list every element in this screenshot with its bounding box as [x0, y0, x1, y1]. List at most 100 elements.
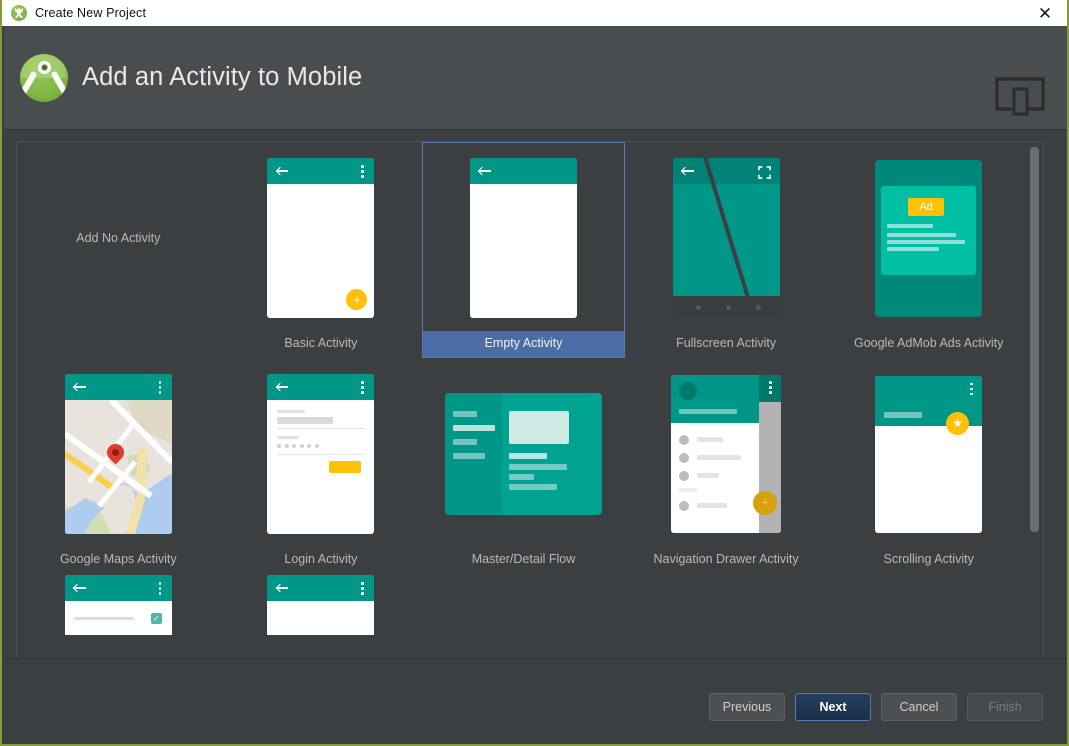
cancel-button[interactable]: Cancel [881, 693, 957, 721]
app-bar [64, 374, 172, 400]
window-title-bar: Create New Project ✕ [2, 0, 1067, 26]
floating-action-button-icon: + [753, 491, 778, 515]
template-cell-admob-ads-activity[interactable]: Ad Google AdMob Ads Activity [827, 142, 1030, 358]
template-label-master-detail-flow: Master/Detail Flow [471, 552, 576, 566]
android-studio-icon [11, 5, 27, 21]
template-label-scrolling-activity: Scrolling Activity [883, 552, 974, 566]
drawer-account-name [679, 409, 738, 414]
avatar [679, 382, 698, 400]
app-bar [267, 374, 375, 400]
app-bar [469, 158, 577, 184]
drawer-item-icon [679, 501, 690, 511]
overflow-menu-icon [361, 381, 364, 394]
thumbnail-empty-activity [423, 143, 624, 331]
template-cell-tabbed-activity[interactable] [220, 574, 423, 635]
thumbnail-settings-activity-partial: ✓ [18, 575, 219, 635]
thumbnail-navigation-drawer: + [626, 359, 827, 547]
password-field-dots [277, 444, 319, 448]
template-cell-scrolling-activity[interactable]: ★ Scrolling Activity [827, 358, 1030, 574]
checkbox-icon: ✓ [150, 613, 162, 624]
thumbnail-fullscreen-activity [626, 143, 827, 331]
phone-mock: + [267, 158, 375, 318]
drawer-item-icon [679, 435, 690, 445]
overflow-menu-icon [361, 165, 364, 178]
template-caption-placeholder [18, 331, 219, 357]
template-cell-empty-activity[interactable]: Empty Activity [422, 142, 625, 358]
star-floating-action-button-icon: ★ [946, 411, 970, 435]
email-field-value [277, 417, 334, 424]
vertical-scrollbar[interactable] [1028, 143, 1041, 658]
template-cell-settings-activity[interactable]: ✓ [17, 574, 220, 635]
thumbnail-scrolling-activity: ★ [828, 359, 1029, 547]
back-arrow-icon [478, 166, 491, 176]
overflow-menu-icon [970, 382, 973, 396]
template-label-fullscreen-activity: Fullscreen Activity [676, 336, 777, 350]
template-cell-add-no-activity[interactable]: Add No Activity [17, 142, 220, 358]
overflow-menu-icon [769, 381, 772, 394]
password-field-underline [277, 454, 366, 455]
template-cell-google-maps-activity[interactable]: Google Maps Activity [17, 358, 220, 574]
phone-mock: ✓ [64, 575, 172, 635]
tablet-mock [444, 393, 602, 515]
thumbnail-admob-activity: Ad [828, 143, 1029, 331]
floating-action-button-icon: + [346, 289, 368, 310]
template-label-admob-ads-activity: Google AdMob Ads Activity [853, 336, 1004, 350]
template-cell-basic-activity[interactable]: + Basic Activity [220, 142, 423, 358]
drawer-item-label [697, 473, 720, 478]
toolbar-title [884, 411, 923, 418]
window-title: Create New Project [35, 6, 147, 20]
drawer-item-icon [679, 471, 690, 481]
back-arrow-icon [276, 583, 289, 593]
phone-mock [267, 575, 375, 635]
ad-badge: Ad [908, 197, 945, 216]
mobile-and-tablet-icon [995, 77, 1045, 116]
thumbnail-none: Add No Activity [18, 143, 219, 331]
close-icon[interactable]: ✕ [1025, 0, 1065, 26]
back-arrow-icon [276, 382, 289, 392]
phone-mock [267, 374, 375, 534]
map-graphic [64, 400, 172, 534]
vertical-scrollbar-thumb[interactable] [1030, 147, 1039, 532]
template-label-navigation-drawer-activity: Navigation Drawer Activity [653, 552, 799, 566]
next-button[interactable]: Next [795, 693, 871, 721]
drawer-item-label [697, 455, 742, 460]
template-label-google-maps-activity: Google Maps Activity [59, 552, 177, 566]
thumbnail-master-detail-flow [423, 359, 624, 547]
back-arrow-icon [73, 583, 86, 593]
template-cell-login-activity[interactable]: Login Activity [220, 358, 423, 574]
template-label-add-no-activity: Add No Activity [76, 231, 161, 245]
thumbnail-tabbed-activity-partial [221, 575, 422, 635]
phone-mock: Ad [875, 159, 983, 317]
create-new-project-dialog: Create New Project ✕ Add an Activity to … [0, 0, 1069, 746]
template-cell-fullscreen-activity[interactable]: Fullscreen Activity [625, 142, 828, 358]
dialog-header: Add an Activity to Mobile [4, 26, 1067, 129]
settings-row [73, 617, 134, 620]
template-gallery: Add No Activity + Basic Activity Empty A… [4, 129, 1067, 659]
back-arrow-icon [681, 166, 694, 176]
template-cell-master-detail-flow[interactable]: Master/Detail Flow [422, 358, 625, 574]
email-field-underline [277, 428, 366, 429]
ad-card: Ad [881, 185, 977, 275]
template-label-login-activity: Login Activity [284, 552, 358, 566]
app-bar [267, 575, 375, 601]
detail-image [508, 411, 569, 444]
password-field-label [277, 436, 300, 439]
finish-button: Finish [967, 693, 1043, 721]
sign-in-button-mock [329, 461, 362, 473]
app-bar [64, 575, 172, 601]
thumbnail-google-maps-activity [18, 359, 219, 547]
thumbnail-basic-activity: + [221, 143, 422, 331]
template-label-basic-activity: Basic Activity [284, 336, 358, 350]
nav-dots [672, 296, 780, 318]
template-scroll-viewport[interactable]: Add No Activity + Basic Activity Empty A… [16, 141, 1044, 659]
previous-button[interactable]: Previous [709, 693, 785, 721]
overflow-menu-icon [158, 582, 162, 595]
wizard-button-row: Previous Next Cancel Finish [709, 693, 1043, 721]
template-cell-navigation-drawer-activity[interactable]: + Navigation Drawer Activity [625, 358, 828, 574]
template-label-empty-activity: Empty Activity [423, 331, 624, 357]
app-bar [267, 158, 375, 184]
drawer-item-label [697, 437, 724, 442]
email-field-label [277, 410, 306, 413]
phone-mock [672, 158, 780, 318]
thumbnail-login-activity [221, 359, 422, 547]
